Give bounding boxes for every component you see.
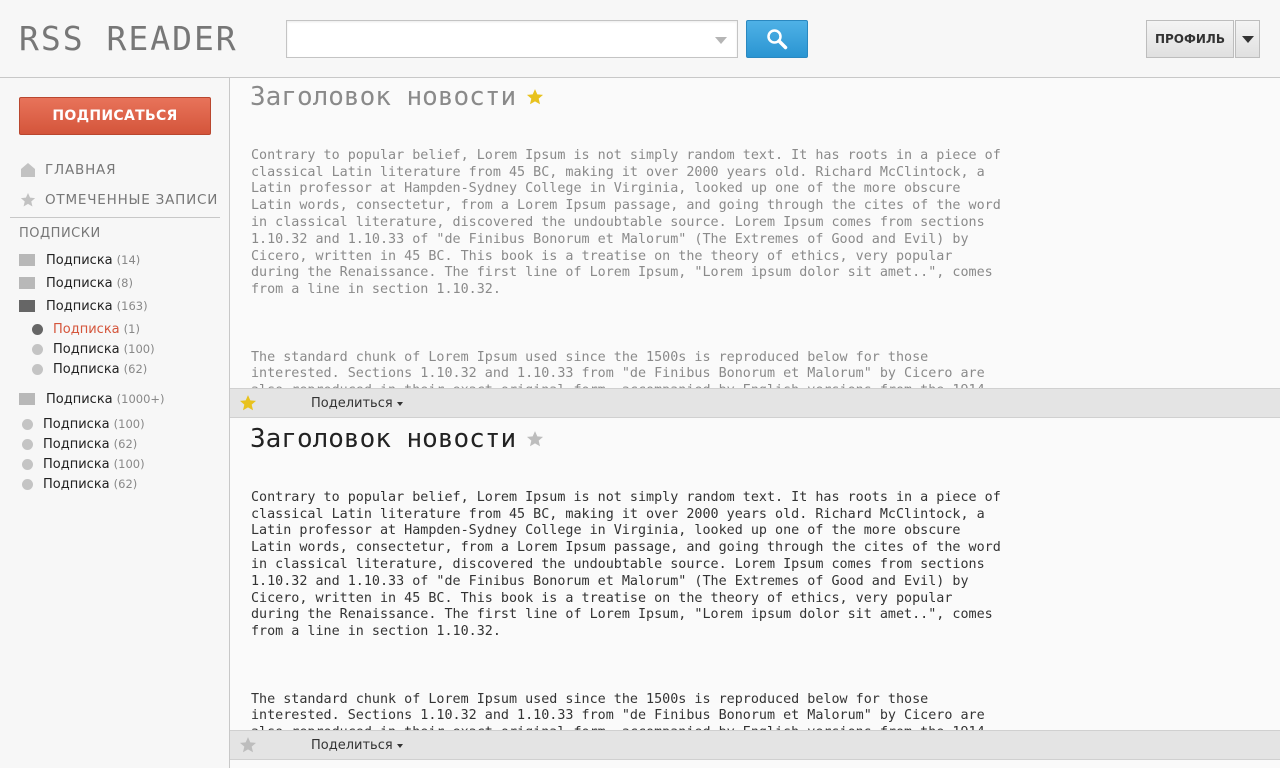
subscription-count: (14) xyxy=(116,253,141,267)
subscription-label: Подписка xyxy=(53,341,120,357)
feed-dot-icon xyxy=(32,323,43,335)
article-title-text: Заголовок новости xyxy=(250,82,517,112)
subscriptions-title: ПОДПИСКИ xyxy=(19,226,101,241)
subscription-label: Подписка xyxy=(46,298,113,314)
folder-open-icon xyxy=(19,300,35,312)
article-body: Contrary to popular belief, Lorem Ipsum … xyxy=(251,473,1051,768)
subscription-feed[interactable]: Подписка (62) xyxy=(22,434,137,454)
subscription-label: Подписка xyxy=(43,456,110,472)
folder-icon xyxy=(19,277,35,289)
folder-icon xyxy=(19,393,35,405)
subscription-label: Подписка xyxy=(43,476,110,492)
feed-dot-icon xyxy=(32,363,43,375)
subscription-label: Подписка xyxy=(43,436,110,452)
feed-dot-icon xyxy=(32,343,43,355)
star-icon[interactable] xyxy=(526,430,544,448)
article-paragraph: Contrary to popular belief, Lorem Ipsum … xyxy=(251,489,1001,640)
top-header: RSS READER ПРОФИЛЬ xyxy=(0,0,1280,78)
subscription-count: (8) xyxy=(116,276,133,290)
subscription-label: Подписка xyxy=(46,275,113,291)
nav-home[interactable]: ГЛАВНАЯ xyxy=(19,159,116,181)
subscription-count: (62) xyxy=(113,477,138,491)
app-logo: RSS READER xyxy=(19,19,238,58)
share-label: Поделиться xyxy=(311,738,393,753)
subscription-folder[interactable]: Подписка (8) xyxy=(19,273,133,293)
subscription-label: Подписка xyxy=(46,391,113,407)
feed-dot-icon xyxy=(22,418,33,430)
article-title-text: Заголовок новости xyxy=(250,424,517,454)
subscription-label: Подписка xyxy=(46,252,113,268)
subscription-feed[interactable]: Подписка (100) xyxy=(32,339,155,359)
share-label: Поделиться xyxy=(311,396,393,411)
subscription-count: (100) xyxy=(113,417,145,431)
search-box[interactable] xyxy=(286,20,738,58)
chevron-down-icon xyxy=(396,743,403,748)
sidebar: ПОДПИСАТЬСЯ ГЛАВНАЯ ОТМЕЧЕННЫЕ ЗАПИСИ ПО… xyxy=(0,78,230,768)
subscription-count: (1) xyxy=(123,322,140,336)
profile-button[interactable]: ПРОФИЛЬ xyxy=(1146,20,1234,58)
article-toolbar: Поделиться xyxy=(230,730,1280,760)
search-input[interactable] xyxy=(287,21,697,57)
folder-icon xyxy=(19,254,35,266)
share-button[interactable]: Поделиться xyxy=(311,738,403,753)
subscription-count: (62) xyxy=(113,437,138,451)
feed-dot-icon xyxy=(22,438,33,450)
feed-dot-icon xyxy=(22,458,33,470)
subscription-count: (100) xyxy=(113,457,145,471)
sidebar-divider xyxy=(10,217,220,218)
star-icon xyxy=(19,191,37,209)
star-icon[interactable] xyxy=(239,736,257,754)
subscribe-button[interactable]: ПОДПИСАТЬСЯ xyxy=(19,97,211,135)
subscription-label: Подписка xyxy=(53,361,120,377)
star-icon[interactable] xyxy=(239,394,257,412)
search-button[interactable] xyxy=(746,20,808,58)
search-dropdown-icon[interactable] xyxy=(715,37,727,44)
share-button[interactable]: Поделиться xyxy=(311,396,403,411)
star-icon[interactable] xyxy=(526,88,544,106)
home-icon xyxy=(19,161,37,179)
search-icon xyxy=(767,29,788,50)
nav-home-label: ГЛАВНАЯ xyxy=(45,162,117,178)
subscription-label: Подписка xyxy=(43,416,110,432)
article-toolbar: Поделиться xyxy=(230,388,1280,418)
article-paragraph: Contrary to popular belief, Lorem Ipsum … xyxy=(251,147,1001,298)
subscription-feed[interactable]: Подписка (62) xyxy=(22,474,137,494)
chevron-down-icon xyxy=(1241,35,1254,43)
subscription-feed-active[interactable]: Подписка (1) xyxy=(32,319,140,339)
subscription-folder[interactable]: Подписка (14) xyxy=(19,250,140,270)
nav-starred-label: ОТМЕЧЕННЫЕ ЗАПИСИ xyxy=(45,192,219,208)
subscription-feed[interactable]: Подписка (100) xyxy=(22,454,145,474)
article-title[interactable]: Заголовок новости xyxy=(250,78,544,116)
subscription-folder-open[interactable]: Подписка (163) xyxy=(19,296,148,316)
subscription-count: (62) xyxy=(123,362,148,376)
subscription-folder[interactable]: Подписка (1000+) xyxy=(19,389,165,409)
subscription-count: (100) xyxy=(123,342,155,356)
subscription-label: Подписка xyxy=(53,321,120,337)
feed-dot-icon xyxy=(22,478,33,490)
subscription-feed[interactable]: Подписка (100) xyxy=(22,414,145,434)
article-feed[interactable]: Заголовок новости Contrary to popular be… xyxy=(230,78,1280,768)
nav-starred[interactable]: ОТМЕЧЕННЫЕ ЗАПИСИ xyxy=(19,189,218,211)
subscription-count: (1000+) xyxy=(116,392,165,406)
subscription-feed[interactable]: Подписка (62) xyxy=(32,359,147,379)
chevron-down-icon xyxy=(396,401,403,406)
subscription-count: (163) xyxy=(116,299,148,313)
article-title[interactable]: Заголовок новости xyxy=(250,420,544,458)
profile-dropdown-button[interactable] xyxy=(1235,20,1260,58)
